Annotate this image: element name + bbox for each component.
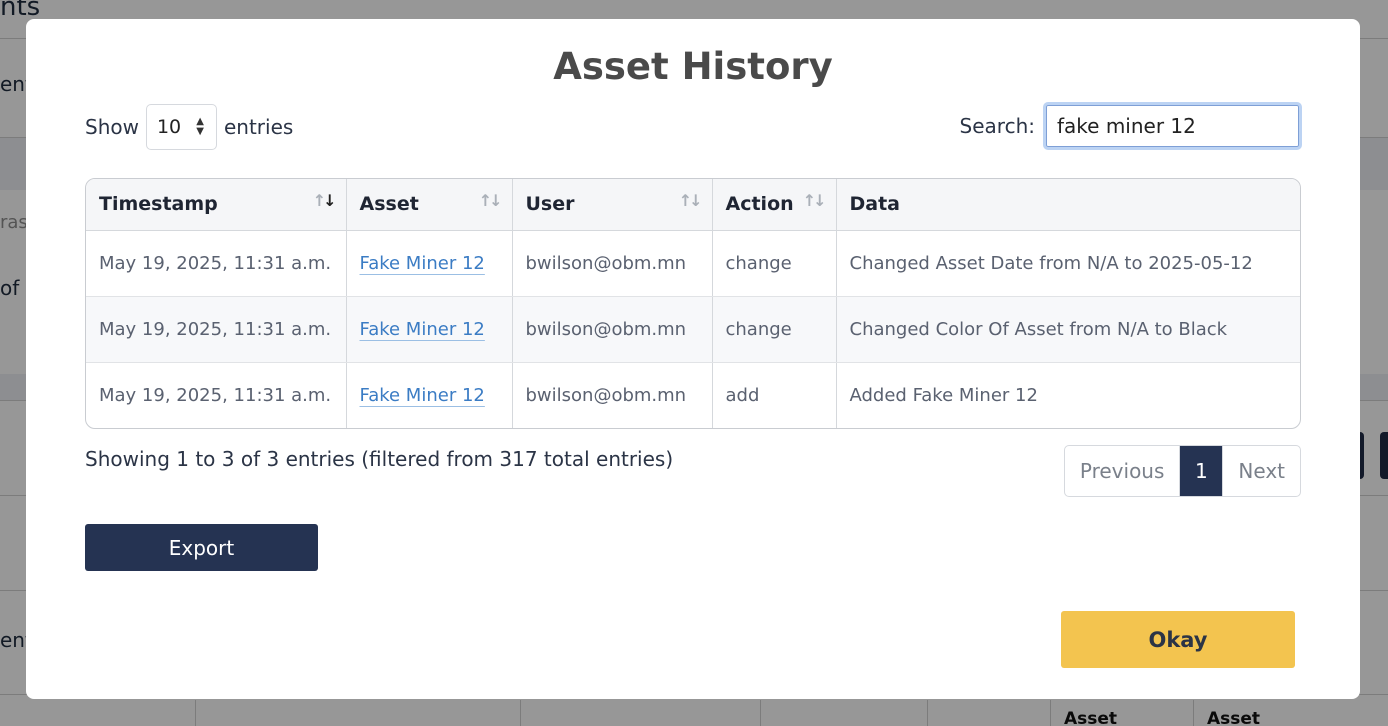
entries-length-control: Show 10 ▲ ▼ entries [85,104,293,150]
cell-asset: Fake Miner 12 [346,296,513,363]
table-row: May 19, 2025, 11:31 a.m. Fake Miner 12 b… [86,362,1300,428]
history-table: Timestamp ↑↓ Asset ↑↓ User ↑↓ Action ↑↓ [85,178,1301,429]
table-info-text: Showing 1 to 3 of 3 entries (filtered fr… [85,447,674,471]
table-row: May 19, 2025, 11:31 a.m. Fake Miner 12 b… [86,296,1300,363]
okay-button[interactable]: Okay [1061,611,1295,668]
cell-timestamp: May 19, 2025, 11:31 a.m. [86,296,347,363]
previous-page-button[interactable]: Previous [1065,446,1181,496]
entries-per-page-value: 10 [156,116,182,138]
asset-link[interactable]: Fake Miner 12 [360,319,485,340]
asset-link[interactable]: Fake Miner 12 [360,385,485,406]
table-row: May 19, 2025, 11:31 a.m. Fake Miner 12 b… [86,230,1300,297]
sort-icon: ↑↓ [678,191,703,210]
search-control: Search: [960,102,1302,150]
entries-per-page-select[interactable]: 10 ▲ ▼ [145,104,217,150]
column-label: Data [849,193,901,216]
export-button[interactable]: Export [85,524,318,571]
cell-data: Changed Color Of Asset from N/A to Black [836,296,1300,363]
column-header-action[interactable]: Action ↑↓ [712,179,837,231]
table-header-row: Timestamp ↑↓ Asset ↑↓ User ↑↓ Action ↑↓ [86,179,1300,231]
column-header-asset[interactable]: Asset ↑↓ [346,179,513,231]
column-label: User [525,193,575,216]
column-header-timestamp[interactable]: Timestamp ↑↓ [86,179,347,231]
cell-action: change [712,230,837,297]
column-label: Action [725,193,794,216]
asset-link[interactable]: Fake Miner 12 [360,253,485,274]
cell-asset: Fake Miner 12 [346,230,513,297]
asset-history-modal: Asset History Show 10 ▲ ▼ entries Search:… [26,19,1360,699]
sort-icon: ↑↓ [802,191,827,210]
cell-data: Added Fake Miner 12 [849,384,1038,406]
column-label: Asset [359,193,419,216]
cell-user: bwilson@obm.mn [512,230,713,297]
cell-timestamp: May 19, 2025, 11:31 a.m. [86,230,347,297]
cell-user: bwilson@obm.mn [512,362,713,428]
column-label: Timestamp [99,193,218,216]
cell-action: change [712,296,837,363]
length-suffix-label: entries [223,115,294,139]
length-prefix-label: Show [85,115,139,139]
sort-desc-icon: ↑↓ [312,191,337,210]
cell-asset: Fake Miner 12 [346,362,513,428]
search-label: Search: [959,114,1035,138]
cell-user: bwilson@obm.mn [512,296,713,363]
pagination: Previous 1 Next [1063,445,1301,497]
column-header-data: Data [836,179,1300,231]
search-input[interactable] [1043,102,1302,150]
cell-data: Changed Asset Date from N/A to 2025-05-1… [836,230,1300,297]
column-header-user[interactable]: User ↑↓ [512,179,713,231]
page-1-button[interactable]: 1 [1180,446,1223,496]
next-page-button[interactable]: Next [1222,446,1300,496]
sort-icon: ↑↓ [478,191,503,210]
select-arrows-icon: ▲ ▼ [196,116,204,137]
cell-action: add [712,362,837,428]
cell-timestamp: May 19, 2025, 11:31 a.m. [86,362,347,428]
modal-title: Asset History [553,45,833,88]
